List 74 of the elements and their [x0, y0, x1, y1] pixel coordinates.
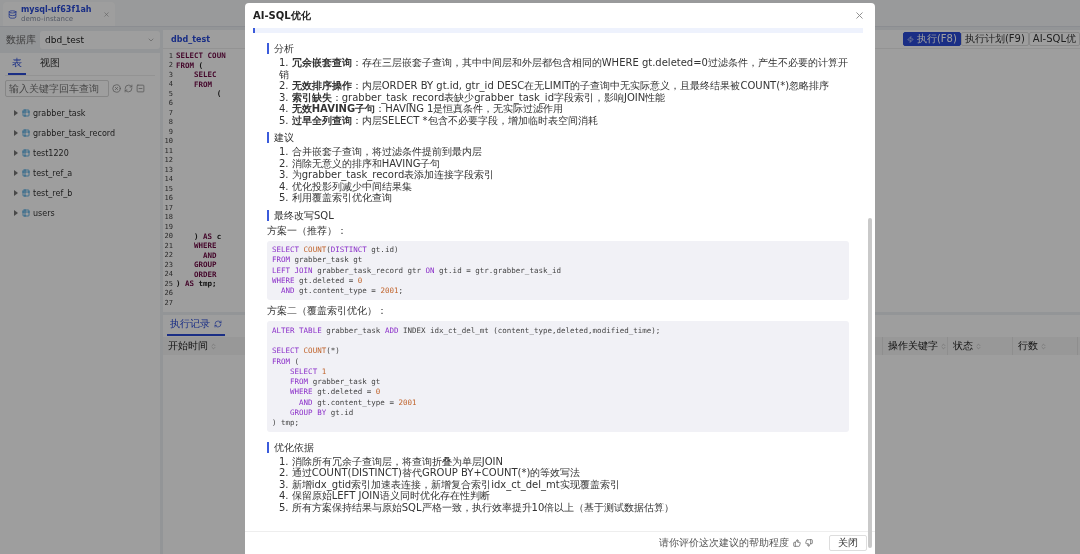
thumbs-up-icon[interactable] [793, 539, 801, 547]
table-icon [22, 169, 30, 177]
table-name: test_ref_b [33, 188, 73, 198]
table-icon [22, 189, 30, 197]
table-icon [22, 109, 30, 117]
close-button[interactable] [854, 10, 865, 21]
table-tree-item[interactable]: grabber_task_record [5, 123, 155, 143]
toolbar-button[interactable]: 执行(F8) [902, 32, 961, 46]
object-tab[interactable]: 视图 [36, 53, 64, 75]
table-tree-item[interactable]: users [5, 203, 155, 223]
list-item: 1. 合并嵌套子查询，将过滤条件提前到最内层 [279, 146, 483, 158]
close-icon[interactable] [103, 10, 110, 18]
list-item: 3. 索引缺失：grabber_task_record表缺少grabber_task_id字段索引，影响JOIN性能 [279, 91, 666, 103]
toolbar-button[interactable]: 执行计划(F9) [960, 32, 1029, 46]
table-tree-item[interactable]: test_ref_a [5, 163, 155, 183]
section-heading: 优化依据 [267, 441, 849, 453]
thumbs-down-icon[interactable] [805, 539, 813, 547]
object-tab[interactable]: 表 [8, 53, 26, 75]
section-heading: 建议 [267, 132, 849, 143]
table-icon [22, 129, 30, 137]
column-header[interactable]: 开始时间 [168, 339, 208, 353]
scrollbar[interactable] [868, 218, 872, 548]
caret-icon[interactable] [13, 190, 19, 196]
zap-icon [906, 35, 914, 43]
column-header[interactable]: 状态 [953, 339, 973, 353]
database-label: 数据库 [6, 33, 36, 47]
table-icon [22, 149, 30, 157]
table-tree-item[interactable]: grabber_task [5, 103, 155, 123]
plan-label: 方案一（推荐）： [267, 223, 348, 238]
caret-icon[interactable] [13, 170, 19, 176]
feedback-prompt: 请你评价这次建议的帮助程度 [659, 536, 789, 550]
list-item: 5. 所有方案保持结果与原始SQL严格一致，执行效率提升10倍以上（基于测试数据估算） [279, 501, 676, 514]
table-icon [22, 209, 30, 217]
list-item: 5. 利用覆盖索引优化查询 [279, 192, 392, 204]
list-item: 2. 无效排序操作：内层ORDER BY gt.id, gtr_id DESC在无LIMIT的子查询中无实际意义，且最终结果被COUNT(*)忽略排序 [279, 80, 831, 92]
clear-icon[interactable] [112, 84, 121, 93]
list-item: 4. 保留原始LEFT JOIN语义同时优化存在性判断 [279, 490, 491, 502]
chevron-icon [147, 36, 155, 44]
list-item: 3. 新增idx_gtid索引加速表连接，新增复合索引idx_ct_del_mt实现覆盖索引 [279, 478, 621, 491]
column-header[interactable]: 操作关键字 [888, 339, 938, 353]
list-item: 2. 消除无意义的排序和HAVING子句 [279, 157, 441, 169]
refresh-icon[interactable] [124, 84, 133, 93]
table-name: grabber_task_record [33, 128, 116, 138]
database-select[interactable]: dbd_test [40, 31, 160, 49]
collapse-icon[interactable] [136, 84, 145, 93]
editor-tab[interactable]: dbd_test [171, 34, 210, 44]
table-name: test_ref_a [33, 168, 73, 178]
dialog-title: AI-SQL优化 [253, 8, 311, 23]
table-name: grabber_task [33, 108, 86, 118]
list-item: 1. 消除所有冗余子查询层，将查询折叠为单层JOIN [279, 455, 504, 468]
plan-label: 方案二（覆盖索引优化）： [267, 304, 388, 318]
table-tree-item[interactable]: test_ref_b [5, 183, 155, 203]
caret-icon[interactable] [13, 130, 19, 136]
list-item: 4. 无效HAVING子句：HAVING 1是恒真条件，无实际过滤作用 [279, 103, 564, 114]
list-item: 1. 冗余嵌套查询：存在三层嵌套子查询，其中中间层和外层都包含相同的WHERE gt.deleted=0过滤条件，产生不必要的计算开销 [279, 57, 849, 80]
table-name: test1220 [33, 148, 69, 158]
list-item: 5. 过早全列查询：内层SELECT *包含不必要字段，增加临时表空间消耗 [279, 114, 599, 126]
table-name: users [33, 208, 55, 218]
search-field[interactable]: 输入关键字回车查询 [5, 80, 109, 97]
caret-icon[interactable] [13, 150, 19, 156]
refresh-icon[interactable] [214, 320, 222, 328]
list-item: 3. 为grabber_task_record表添加连接字段索引 [279, 169, 496, 181]
section-heading: 最终改写SQL [267, 209, 849, 221]
caret-icon[interactable] [13, 110, 19, 116]
table-tree-item[interactable]: test1220 [5, 143, 155, 163]
database-icon [8, 9, 17, 19]
list-item: 2. 通过COUNT(DISTINCT)替代GROUP BY+COUNT(*)的等效写法 [279, 467, 582, 479]
list-item: 4. 优化投影列减少中间结果集 [279, 180, 413, 192]
section-heading: 分析 [267, 43, 849, 54]
column-header[interactable]: 行数 [1018, 339, 1038, 353]
connection-name: mysql-uf63f1ah [21, 5, 93, 14]
caret-icon[interactable] [13, 210, 19, 216]
close-button[interactable]: 关闭 [829, 535, 867, 551]
toolbar-button[interactable]: AI-SQL优 [1028, 32, 1080, 46]
